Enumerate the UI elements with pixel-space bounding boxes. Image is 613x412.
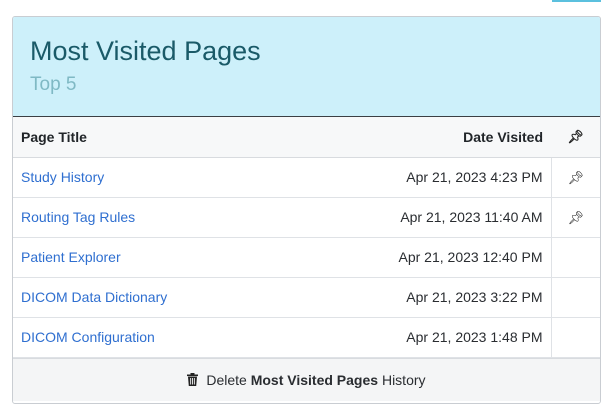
- page-title-cell: Routing Tag Rules: [13, 197, 284, 238]
- pin-icon[interactable]: 📌︎: [567, 210, 584, 226]
- page-link[interactable]: DICOM Data Dictionary: [21, 289, 167, 305]
- delete-history-button[interactable]: Delete Most Visited Pages History: [13, 357, 600, 401]
- pin-cell[interactable]: [550, 237, 600, 278]
- delete-label-bold: Most Visited Pages: [250, 371, 379, 388]
- date-visited-cell: Apr 21, 2023 4:23 PM: [283, 157, 551, 198]
- page-title-cell: DICOM Configuration: [13, 317, 284, 358]
- most-visited-card: Most Visited Pages Top 5 Page Title Date…: [12, 16, 601, 404]
- card-subtitle: Top 5: [30, 74, 77, 95]
- pin-cell[interactable]: [550, 317, 600, 358]
- pin-icon: 📌︎: [567, 129, 584, 145]
- top-accent-bar: [552, 0, 601, 2]
- trash-icon: [187, 372, 199, 386]
- date-visited-cell: Apr 21, 2023 3:22 PM: [283, 277, 551, 318]
- page-link[interactable]: Study History: [21, 169, 104, 185]
- most-visited-table: Page Title Date Visited 📌︎ Study History…: [13, 117, 600, 358]
- column-header-pin: 📌︎: [551, 117, 600, 158]
- page-title-cell: Patient Explorer: [13, 237, 284, 278]
- pin-cell[interactable]: 📌︎: [550, 157, 600, 198]
- date-visited-cell: Apr 21, 2023 11:40 AM: [283, 197, 551, 238]
- date-visited-cell: Apr 21, 2023 1:48 PM: [283, 317, 551, 358]
- delete-label-prefix: Delete: [206, 371, 247, 388]
- table-row: Patient Explorer Apr 21, 2023 12:40 PM: [13, 237, 600, 278]
- card-header: Most Visited Pages Top 5: [13, 17, 600, 117]
- column-header-page-title: Page Title: [13, 117, 284, 158]
- page-link[interactable]: Patient Explorer: [21, 249, 121, 265]
- table-row: Study History Apr 21, 2023 4:23 PM 📌︎: [13, 157, 600, 198]
- card-title: Most Visited Pages: [30, 36, 261, 66]
- pin-icon[interactable]: 📌︎: [567, 170, 584, 186]
- table-row: DICOM Data Dictionary Apr 21, 2023 3:22 P…: [13, 277, 600, 318]
- page-link[interactable]: DICOM Configuration: [21, 329, 155, 345]
- page-link[interactable]: Routing Tag Rules: [21, 209, 135, 225]
- table-row: Routing Tag Rules Apr 21, 2023 11:40 AM 📌︎: [13, 197, 600, 238]
- page-title-cell: Study History: [13, 157, 284, 198]
- table-row: DICOM Configuration Apr 21, 2023 1:48 PM: [13, 317, 600, 358]
- date-visited-cell: Apr 21, 2023 12:40 PM: [283, 237, 551, 278]
- pin-cell[interactable]: 📌︎: [550, 197, 600, 238]
- column-header-date-visited: Date Visited: [283, 117, 551, 158]
- delete-label-suffix: History: [381, 371, 426, 388]
- page-title-cell: DICOM Data Dictionary: [13, 277, 284, 318]
- table-header-row: Page Title Date Visited 📌︎: [13, 117, 600, 158]
- pin-cell[interactable]: [550, 277, 600, 318]
